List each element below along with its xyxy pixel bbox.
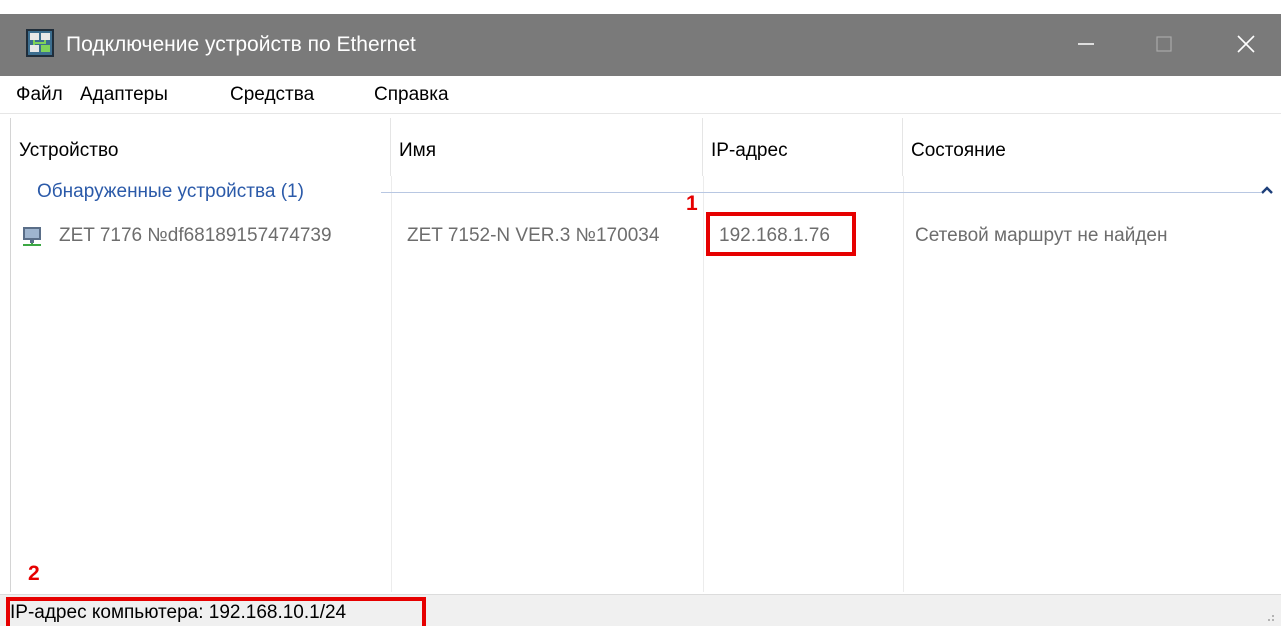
menu-help[interactable]: Справка xyxy=(374,83,449,107)
close-icon xyxy=(1237,35,1255,53)
maximize-icon xyxy=(1156,36,1172,52)
chevron-up-icon[interactable] xyxy=(1259,182,1275,198)
main-window: Подключение устройств по Ethernet Файл А… xyxy=(0,0,1281,626)
column-header-device[interactable]: Устройство xyxy=(11,118,391,176)
status-bar: IP-адрес компьютера: 192.168.10.1/24 xyxy=(0,594,1281,626)
minimize-button[interactable] xyxy=(1054,14,1118,76)
column-header-ip[interactable]: IP-адрес xyxy=(703,118,903,176)
window-title: Подключение устройств по Ethernet xyxy=(66,33,416,56)
column-header-name[interactable]: Имя xyxy=(391,118,703,176)
menu-tools[interactable]: Средства xyxy=(230,83,314,107)
column-header-label: Состояние xyxy=(911,140,1006,161)
name-cell: ZET 7152-N VER.3 №170034 xyxy=(407,225,660,246)
status-cell: Сетевой маршрут не найден xyxy=(915,225,1168,246)
menu-file[interactable]: Файл xyxy=(16,83,63,107)
column-header-label: Имя xyxy=(399,140,437,161)
group-divider-line xyxy=(381,192,1261,193)
column-header-status[interactable]: Состояние xyxy=(903,118,1281,176)
column-header-label: IP-адрес xyxy=(711,140,788,161)
annotation-marker-2: 2 xyxy=(28,562,40,585)
table-row[interactable]: ZET 7176 №df68189157474739 ZET 7152-N VE… xyxy=(11,214,1281,254)
maximize-button[interactable] xyxy=(1132,14,1196,76)
close-button[interactable] xyxy=(1214,14,1278,76)
device-cell: ZET 7176 №df68189157474739 xyxy=(59,225,332,246)
ip-highlight-box xyxy=(706,212,856,256)
menu-bar: Файл Адаптеры Средства Справка xyxy=(0,76,1281,114)
column-header-label: Устройство xyxy=(19,140,119,161)
computer-ip-status: IP-адрес компьютера: 192.168.10.1/24 xyxy=(10,602,347,623)
group-header[interactable]: Обнаруженные устройства (1) xyxy=(37,180,304,204)
minimize-icon xyxy=(1078,43,1094,45)
computer-network-icon xyxy=(21,226,43,248)
annotation-marker-1: 1 xyxy=(686,192,698,215)
menu-adapters[interactable]: Адаптеры xyxy=(80,83,168,107)
resize-grip-icon[interactable] xyxy=(1262,609,1276,623)
device-list[interactable]: Устройство Имя IP-адрес Состояние Обнару… xyxy=(10,118,1281,592)
network-app-icon xyxy=(24,27,56,59)
title-bar[interactable]: Подключение устройств по Ethernet xyxy=(0,14,1281,76)
